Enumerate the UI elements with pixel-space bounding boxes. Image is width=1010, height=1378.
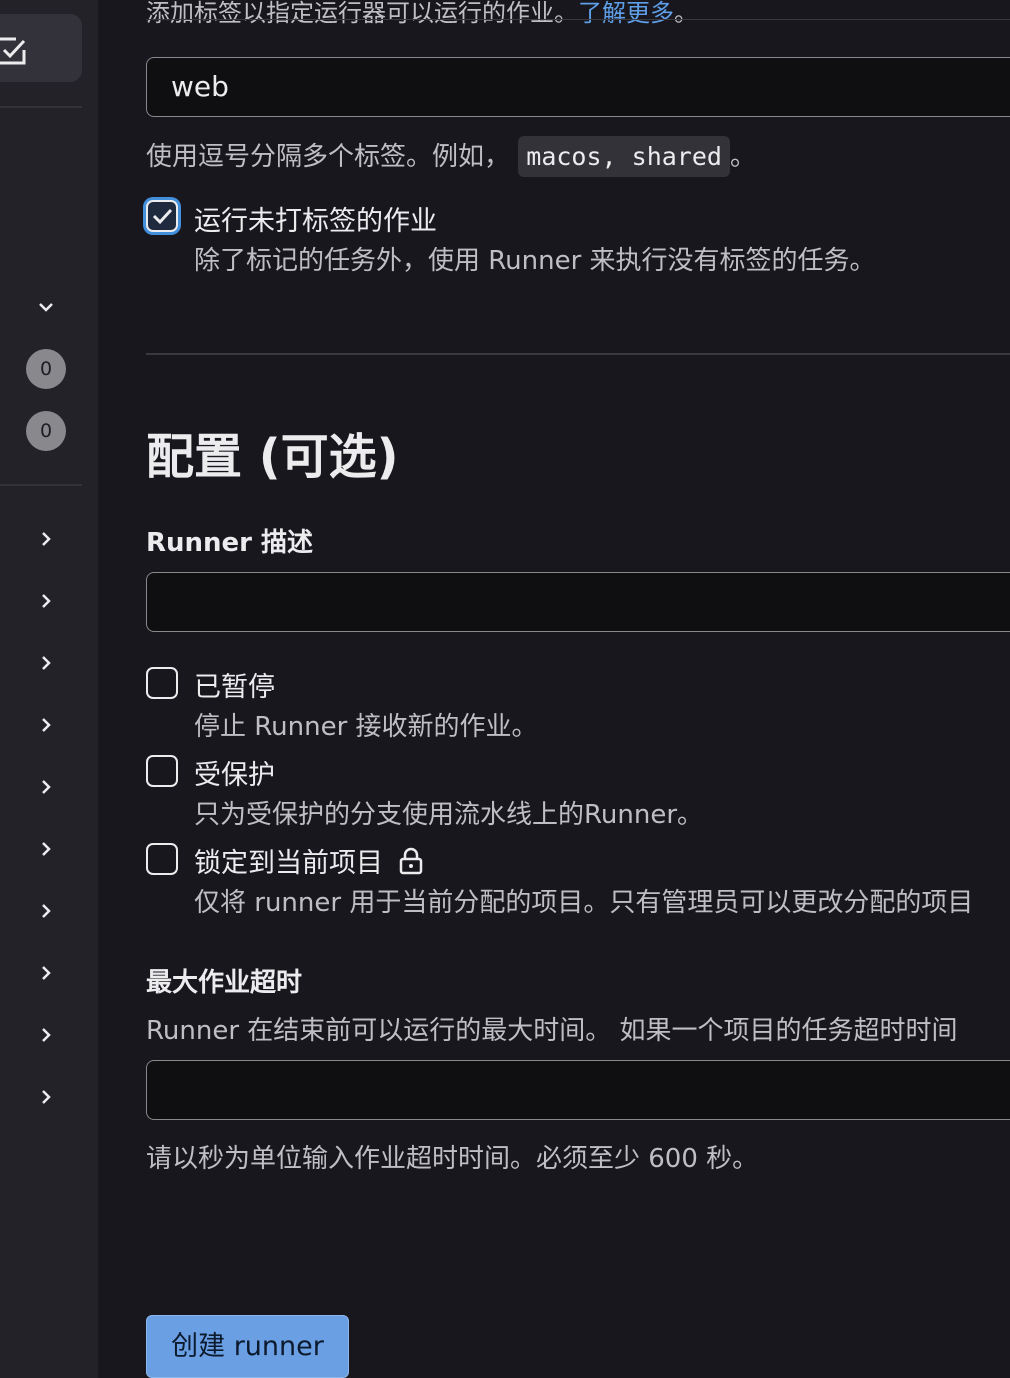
- learn-more-link[interactable]: 了解更多: [578, 0, 674, 27]
- protected-help: 只为受保护的分支使用流水线上的Runner。: [194, 800, 704, 830]
- chevron-right-icon[interactable]: [36, 715, 56, 735]
- paused-help: 停止 Runner 接收新的作业。: [194, 712, 538, 742]
- chevron-right-icon[interactable]: [36, 529, 56, 549]
- todo-check-icon: [0, 37, 26, 65]
- chevron-right-icon[interactable]: [36, 901, 56, 921]
- timeout-input[interactable]: [146, 1060, 1010, 1120]
- chevron-right-icon[interactable]: [36, 1087, 56, 1107]
- chevron-down-icon[interactable]: [36, 297, 56, 317]
- lock-to-project-checkbox[interactable]: [146, 843, 178, 875]
- chevron-right-icon[interactable]: [36, 963, 56, 983]
- description-label: Runner 描述: [146, 528, 314, 558]
- chevron-right-icon[interactable]: [36, 839, 56, 859]
- sidebar-divider: [0, 484, 82, 486]
- timeout-description: Runner 在结束前可以运行的最大时间。 如果一个项目的任务超时时间: [146, 1016, 958, 1046]
- lock-to-project-label[interactable]: 锁定到当前项目: [194, 841, 424, 880]
- tags-help-end: 。: [729, 142, 756, 172]
- run-untagged-checkbox[interactable]: [146, 200, 178, 232]
- description-input[interactable]: [146, 572, 1010, 632]
- count-badge[interactable]: 0: [26, 411, 66, 451]
- tags-hint-text: 添加标签以指定运行器可以运行的作业。: [146, 0, 578, 27]
- lock-to-project-help: 仅将 runner 用于当前分配的项目。只有管理员可以更改分配的项目: [194, 888, 974, 918]
- top-divider: [146, 19, 1010, 20]
- count-badge[interactable]: 0: [26, 349, 66, 389]
- sidebar: 0 0: [0, 0, 98, 1378]
- sidebar-divider: [0, 106, 82, 108]
- section-divider: [146, 353, 1010, 355]
- chevron-right-icon[interactable]: [36, 653, 56, 673]
- tags-hint-end: 。: [674, 0, 698, 27]
- tags-input[interactable]: web: [146, 57, 1010, 117]
- check-icon: [152, 208, 173, 225]
- chevron-right-icon[interactable]: [36, 777, 56, 797]
- run-untagged-help: 除了标记的任务外，使用 Runner 来执行没有标签的任务。: [194, 246, 876, 276]
- tags-hint: 添加标签以指定运行器可以运行的作业。了解更多。: [146, 0, 698, 28]
- chevron-right-icon[interactable]: [36, 1025, 56, 1045]
- tags-example-code: macos, shared: [518, 136, 730, 177]
- tags-help: 使用逗号分隔多个标签。例如， macos, shared。: [146, 136, 756, 177]
- sidebar-todo-button[interactable]: [0, 14, 82, 82]
- paused-checkbox[interactable]: [146, 667, 178, 699]
- tags-help-text: 使用逗号分隔多个标签。例如，: [146, 142, 511, 172]
- timeout-label: 最大作业超时: [146, 968, 303, 998]
- protected-label[interactable]: 受保护: [194, 753, 275, 792]
- chevron-right-icon[interactable]: [36, 591, 56, 611]
- run-untagged-label[interactable]: 运行未打标签的作业: [194, 199, 437, 238]
- config-title: 配置 (可选): [146, 429, 399, 485]
- protected-checkbox[interactable]: [146, 755, 178, 787]
- paused-label[interactable]: 已暂停: [194, 665, 275, 704]
- create-runner-button[interactable]: 创建 runner: [146, 1315, 349, 1378]
- lock-icon: [399, 847, 422, 875]
- lock-to-project-text: 锁定到当前项目: [194, 848, 383, 879]
- timeout-help: 请以秒为单位输入作业超时时间。必须至少 600 秒。: [146, 1144, 759, 1174]
